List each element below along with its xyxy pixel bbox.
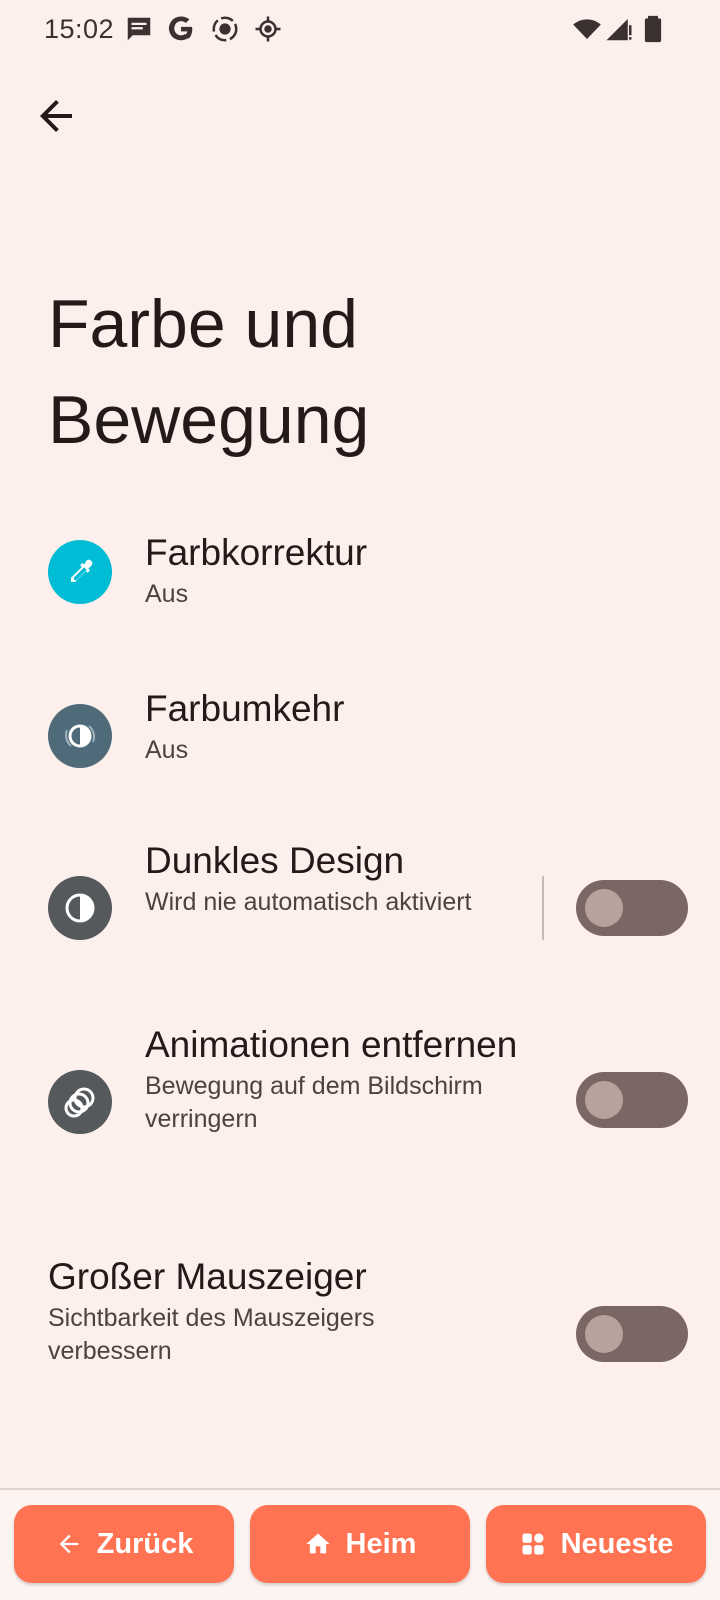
large-pointer-toggle[interactable] [576, 1306, 688, 1362]
signal-icon [606, 19, 632, 41]
message-icon [127, 17, 151, 41]
screen-record-icon [212, 16, 238, 42]
dark-theme-icon [65, 893, 95, 923]
nav-back-label: Zurück [96, 1527, 194, 1560]
dark-theme-toggle[interactable] [576, 880, 688, 936]
toggle-knob [585, 889, 623, 927]
dark-theme-icon-bg [48, 876, 112, 940]
google-icon [168, 16, 193, 41]
setting-subtitle: Aus [145, 736, 189, 764]
animation-icon-bg [48, 1070, 112, 1134]
setting-subtitle: Aus [145, 580, 189, 608]
setting-title: Dunkles Design [145, 840, 405, 881]
color-correction-icon-bg [48, 540, 112, 604]
location-icon [255, 16, 281, 42]
setting-title: Farbkorrektur [145, 532, 368, 573]
setting-large-pointer[interactable]: Großer Mauszeiger Sichtbarkeit des Mausz… [0, 1254, 720, 1394]
setting-color-inversion[interactable]: Farbumkehr Aus [0, 686, 720, 786]
nav-home-label: Heim [345, 1527, 417, 1560]
bottom-divider [0, 1488, 720, 1490]
status-time: 15:02 [44, 14, 115, 44]
back-arrow-icon[interactable] [32, 92, 80, 140]
toggle-knob [585, 1315, 623, 1353]
setting-subtitle: Bewegung auf dem Bildschirm verringern [145, 1072, 483, 1133]
nav-home-button[interactable]: Heim [250, 1505, 470, 1583]
setting-remove-animations[interactable]: Animationen entfernen Bewegung auf dem B… [0, 1022, 720, 1202]
setting-subtitle: Wird nie automatisch aktiviert [145, 888, 472, 916]
setting-title: Farbumkehr [145, 688, 345, 729]
toggle-knob [585, 1081, 623, 1119]
animation-icon [64, 1087, 95, 1118]
nav-recents-label: Neueste [560, 1527, 674, 1560]
setting-title: Großer Mauszeiger [48, 1256, 367, 1297]
vertical-divider [542, 876, 544, 940]
home-icon [305, 1533, 330, 1554]
page-title: Farbe und Bewegung [48, 286, 370, 458]
wifi-icon [573, 19, 601, 39]
nav-recents-button[interactable]: Neueste [486, 1505, 706, 1583]
arrow-left-icon [59, 1534, 78, 1554]
setting-subtitle: Sichtbarkeit des Mauszeigers verbessern [48, 1304, 375, 1365]
remove-animations-toggle[interactable] [576, 1072, 688, 1128]
battery-icon [644, 15, 662, 43]
nav-back-button[interactable]: Zurück [14, 1505, 234, 1583]
color-inversion-icon-bg [48, 704, 112, 768]
eyedropper-icon [71, 559, 93, 582]
color-inversion-icon [64, 724, 96, 748]
setting-title: Animationen entfernen [145, 1024, 518, 1065]
setting-dark-theme[interactable]: Dunkles Design Wird nie automatisch akti… [0, 838, 720, 968]
status-bar: 15:02 [0, 0, 720, 60]
screen: 15:02 Farbe und Bewegung Farbkorrektur A… [0, 0, 720, 1600]
setting-color-correction[interactable]: Farbkorrektur Aus [0, 530, 720, 630]
recents-grid-icon [522, 1533, 544, 1555]
